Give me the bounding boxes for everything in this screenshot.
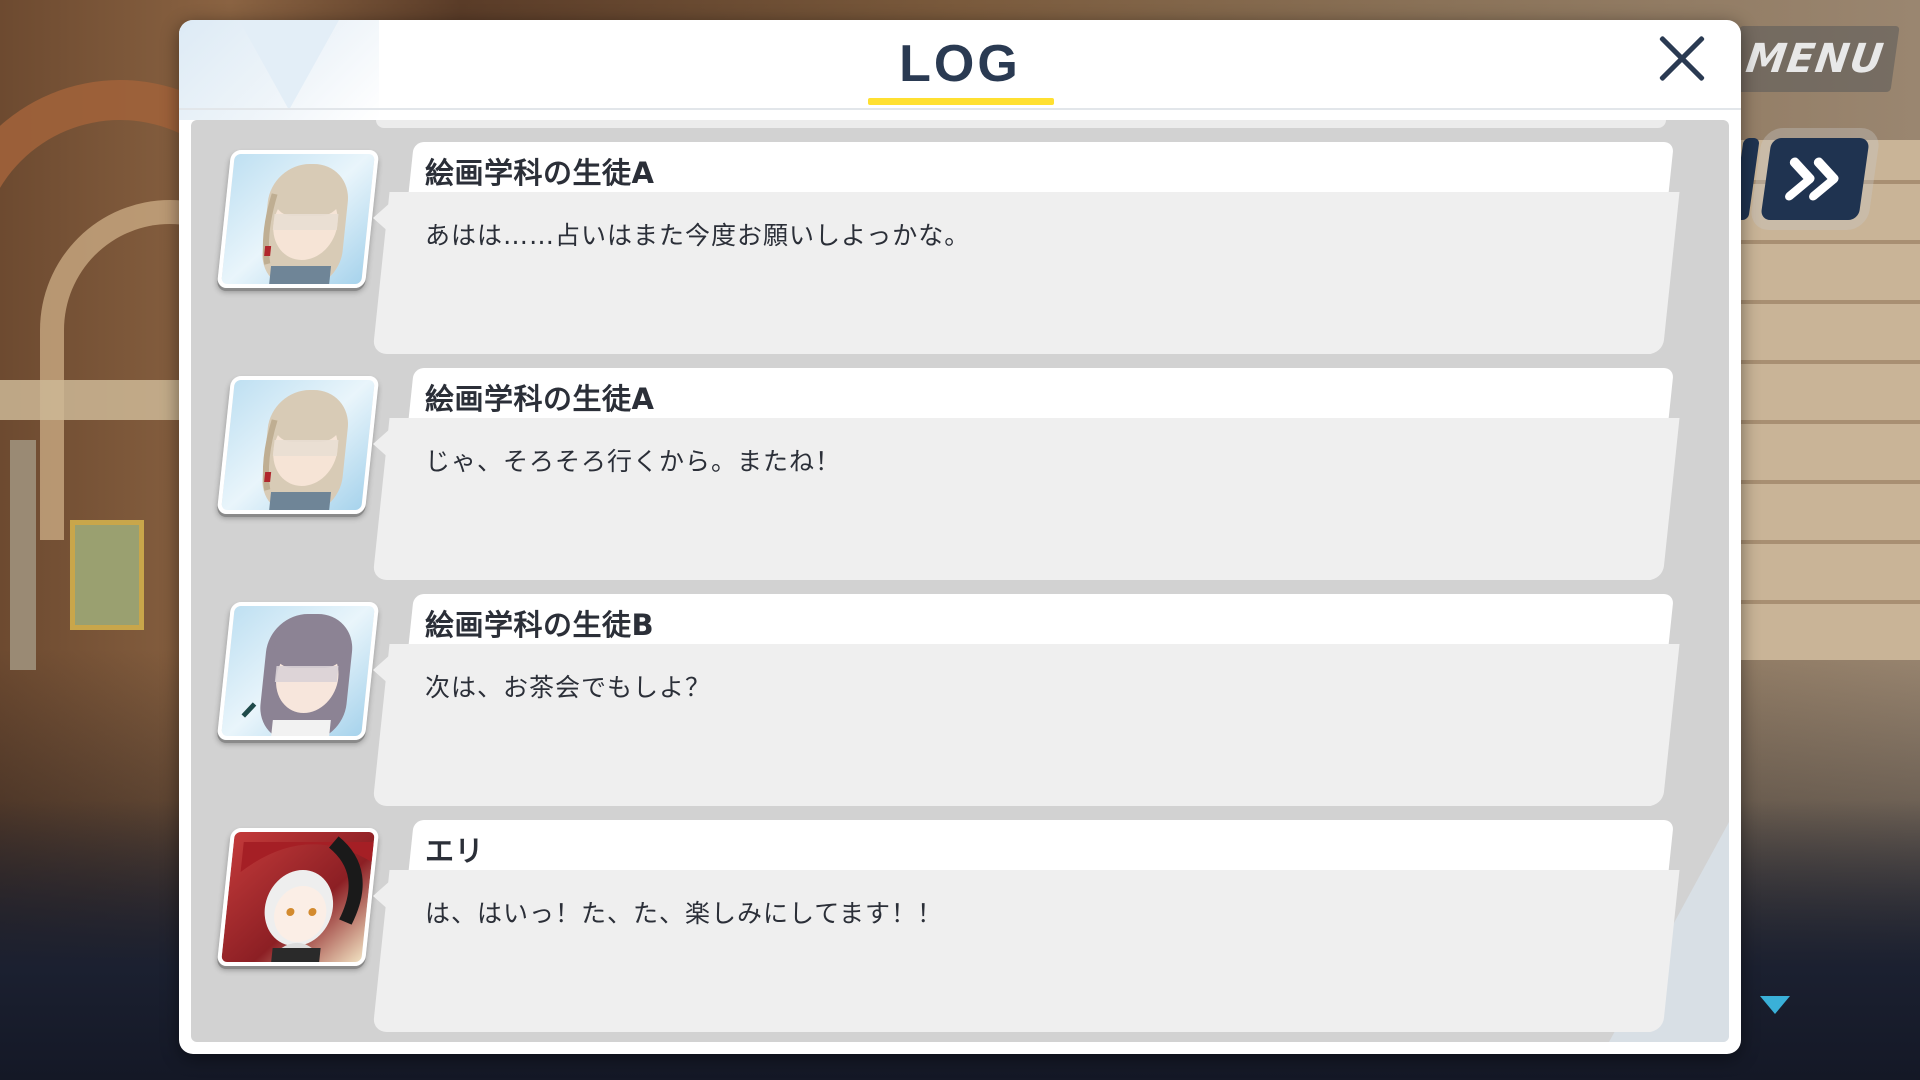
student-b-portrait <box>216 602 380 740</box>
dialogue-text: 次は、お茶会でもしよ？ <box>425 673 712 702</box>
background-pillar <box>10 440 36 670</box>
speech-pointer <box>373 202 391 234</box>
speech-bubble: 絵画学科の生徒A じゃ、そろそろ行くから。またね！ <box>372 368 1680 580</box>
log-entry: 絵画学科の生徒A あはは……占いはまた今度お願いしよっかな。 <box>191 142 1729 354</box>
speech-bubble: 絵画学科の生徒B 次は、お茶会でもしよ？ <box>372 594 1680 806</box>
previous-entry-edge <box>376 120 1666 128</box>
double-chevron-right-icon <box>1785 157 1839 201</box>
title-underline <box>868 98 1054 105</box>
dialog-title: LOG <box>899 35 1021 93</box>
student-a-portrait <box>216 376 380 514</box>
speech-pointer <box>373 428 391 460</box>
triangle-down-icon[interactable] <box>1760 996 1790 1016</box>
fast-forward-button[interactable] <box>1760 138 1870 220</box>
dialogue-text: じゃ、そろそろ行くから。またね！ <box>425 447 842 476</box>
dialogue-text: は、はいっ！た、た、楽しみにしてます！！ <box>425 899 944 928</box>
eri-portrait <box>216 828 380 966</box>
background-balcony <box>0 380 190 420</box>
speaker-name: エリ <box>425 834 485 868</box>
log-entry: エリ は、はいっ！た、た、楽しみにしてます！！ <box>191 820 1729 1032</box>
speaker-name: 絵画学科の生徒B <box>425 608 655 642</box>
background-painting <box>70 520 144 630</box>
dialogue-text: あはは……占いはまた今度お願いしよっかな。 <box>425 221 971 250</box>
speech-pointer <box>373 880 391 912</box>
student-a-portrait <box>216 150 380 288</box>
speaker-name: 絵画学科の生徒A <box>425 156 655 190</box>
speech-bubble: 絵画学科の生徒A あはは……占いはまた今度お願いしよっかな。 <box>372 142 1680 354</box>
close-icon[interactable] <box>1657 34 1707 84</box>
log-entry: 絵画学科の生徒A じゃ、そろそろ行くから。またね！ <box>191 368 1729 580</box>
log-entry: 絵画学科の生徒B 次は、お茶会でもしよ？ <box>191 594 1729 806</box>
speaker-name: 絵画学科の生徒A <box>425 382 655 416</box>
menu-button[interactable]: MENU <box>1730 26 1900 92</box>
speaker-name-band <box>408 820 1674 876</box>
speech-pointer <box>373 654 391 686</box>
log-list[interactable]: 絵画学科の生徒A あはは……占いはまた今度お願いしよっかな。 絵画学科の生徒A … <box>191 120 1729 1042</box>
dialog-header: LOG <box>179 20 1741 110</box>
speech-bubble: エリ は、はいっ！た、た、楽しみにしてます！！ <box>372 820 1680 1032</box>
log-dialog: LOG 絵画学科の生徒A あはは……占いはまた今度お願いしよっかな。 絵画学科の… <box>179 20 1741 1054</box>
